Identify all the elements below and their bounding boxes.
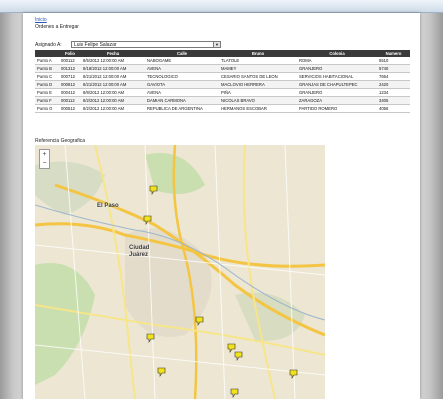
table-row: Punto D 000812 8/21/2012 12:00:00 AM GAV… xyxy=(35,80,410,89)
assignee-select[interactable]: Luis Felipe Salazar ▼ xyxy=(71,41,221,48)
table-row: Punto E 000412 8/8/2012 12:00:00 AM AVEN… xyxy=(35,88,410,97)
column-header-colonia: Colonia xyxy=(297,50,377,57)
cell-punto: Punto E xyxy=(35,88,59,97)
cell-calle: DAMIAN CARMONA xyxy=(145,96,219,105)
column-header-fecha: Fecha xyxy=(81,50,145,57)
cell-calle: NABOGAME xyxy=(145,57,219,65)
cell-fecha: 8/18/2012 12:00:00 AM xyxy=(81,64,145,73)
page-subtitle: Ordenes a Entregar xyxy=(35,24,79,30)
cell-fecha: 8/21/2012 12:00:00 AM xyxy=(81,80,145,89)
map-pin-icon[interactable] xyxy=(230,388,239,398)
cell-folio: 000112 xyxy=(59,57,81,65)
cell-calle: AVENA xyxy=(145,88,219,97)
map-section-label: Referencia Geografica xyxy=(35,138,86,144)
cell-numero: 7664 xyxy=(377,72,410,81)
cell-punto: Punto B xyxy=(35,64,59,73)
map-pin-icon[interactable] xyxy=(195,316,204,326)
cell-bruno: NICOLAS BRAVO xyxy=(219,96,297,105)
cell-bruno: MACLOVIO HERRERA xyxy=(219,80,297,89)
table-row: Punto A 000112 8/5/2012 12:00:00 AM NABO… xyxy=(35,57,410,65)
cell-bruno: PIÑA xyxy=(219,88,297,97)
cell-fecha: 8/2/2012 12:00:00 AM xyxy=(81,96,145,105)
zoom-out-icon[interactable]: − xyxy=(40,159,49,168)
cell-punto: Punto D xyxy=(35,80,59,89)
cell-folio: 000512 xyxy=(59,104,81,113)
column-header-numero: Numero xyxy=(377,50,410,57)
table-row: Punto B 001312 8/18/2012 12:00:00 AM AVE… xyxy=(35,64,410,73)
cell-numero: 5740 xyxy=(377,64,410,73)
assignee-selected-value: Luis Felipe Salazar xyxy=(74,42,117,48)
map-pin-icon[interactable] xyxy=(289,369,298,379)
column-header-calle: Calle xyxy=(145,50,219,57)
cell-calle: TECNOLOGICO xyxy=(145,72,219,81)
home-link[interactable]: Inicio xyxy=(35,17,47,23)
cell-colonia: GRANJAS DE CHAPULTEPEC xyxy=(297,80,377,89)
cell-colonia: ROMA xyxy=(297,57,377,65)
cell-bruno: MAMEY xyxy=(219,64,297,73)
cell-calle: GAVIOTA xyxy=(145,80,219,89)
city-label-ciudad-juarez: Ciudad Juárez xyxy=(129,245,150,258)
cell-folio: 000712 xyxy=(59,72,81,81)
cell-colonia: GRANJERO xyxy=(297,88,377,97)
city-label-el-paso: El Paso xyxy=(97,203,119,209)
cell-calle: AVENA xyxy=(145,64,219,73)
browser-top-bar xyxy=(0,0,443,13)
cell-folio: 000412 xyxy=(59,88,81,97)
cell-numero: 4056 xyxy=(377,104,410,113)
cell-folio: 000812 xyxy=(59,80,81,89)
cell-fecha: 8/2/2012 12:00:00 AM xyxy=(81,104,145,113)
column-header-folio: Folio xyxy=(59,50,81,57)
cell-punto: Punto G xyxy=(35,104,59,113)
table-row: Punto G 000512 8/2/2012 12:00:00 AM REPU… xyxy=(35,104,410,113)
table-row: Punto F 000112 8/2/2012 12:00:00 AM DAMI… xyxy=(35,96,410,105)
cell-bruno: CESARIO SANTOS DE LEON xyxy=(219,72,297,81)
cell-numero: 2420 xyxy=(377,80,410,89)
map-pin-icon[interactable] xyxy=(157,367,166,377)
column-header xyxy=(35,50,59,57)
cell-colonia: GRANJERO xyxy=(297,64,377,73)
route-map[interactable]: + − El Paso Ciudad Juárez xyxy=(35,145,325,399)
cell-numero: 1234 xyxy=(377,88,410,97)
cell-punto: Punto F xyxy=(35,96,59,105)
cell-folio: 001312 xyxy=(59,64,81,73)
assign-label: Asignado A: xyxy=(35,42,62,48)
cell-calle: REPUBLICA DE ARGENTINA xyxy=(145,104,219,113)
map-pin-icon[interactable] xyxy=(143,215,152,225)
cell-numero: 5510 xyxy=(377,57,410,65)
cell-bruno: HERMANOS ESCOBAR xyxy=(219,104,297,113)
cell-numero: 3405 xyxy=(377,96,410,105)
zoom-control: + − xyxy=(39,149,50,169)
map-pin-icon[interactable] xyxy=(146,333,155,343)
table-row: Punto C 000712 8/21/2012 12:00:00 AM TEC… xyxy=(35,72,410,81)
dropdown-arrow-icon[interactable]: ▼ xyxy=(213,42,220,47)
cell-punto: Punto A xyxy=(35,57,59,65)
map-canvas[interactable] xyxy=(35,145,325,399)
cell-colonia: ZARAGOZA xyxy=(297,96,377,105)
report-page: Inicio Ordenes a Entregar Asignado A: Lu… xyxy=(23,13,420,399)
cell-punto: Punto C xyxy=(35,72,59,81)
column-header-bruno: Bruno xyxy=(219,50,297,57)
cell-fecha: 8/21/2012 12:00:00 AM xyxy=(81,72,145,81)
cell-folio: 000112 xyxy=(59,96,81,105)
orders-table: Folio Fecha Calle Bruno Colonia Numero P… xyxy=(35,50,410,113)
cell-fecha: 8/5/2012 12:00:00 AM xyxy=(81,57,145,65)
zoom-in-icon[interactable]: + xyxy=(40,150,49,159)
cell-fecha: 8/8/2012 12:00:00 AM xyxy=(81,88,145,97)
map-pin-icon[interactable] xyxy=(234,351,243,361)
map-pin-icon[interactable] xyxy=(149,185,158,195)
cell-colonia: SERVICIOS HABITACIONAL xyxy=(297,72,377,81)
table-header-row: Folio Fecha Calle Bruno Colonia Numero xyxy=(35,50,410,57)
cell-bruno: TLATOLE xyxy=(219,57,297,65)
cell-colonia: PARTIDO ROMERO xyxy=(297,104,377,113)
